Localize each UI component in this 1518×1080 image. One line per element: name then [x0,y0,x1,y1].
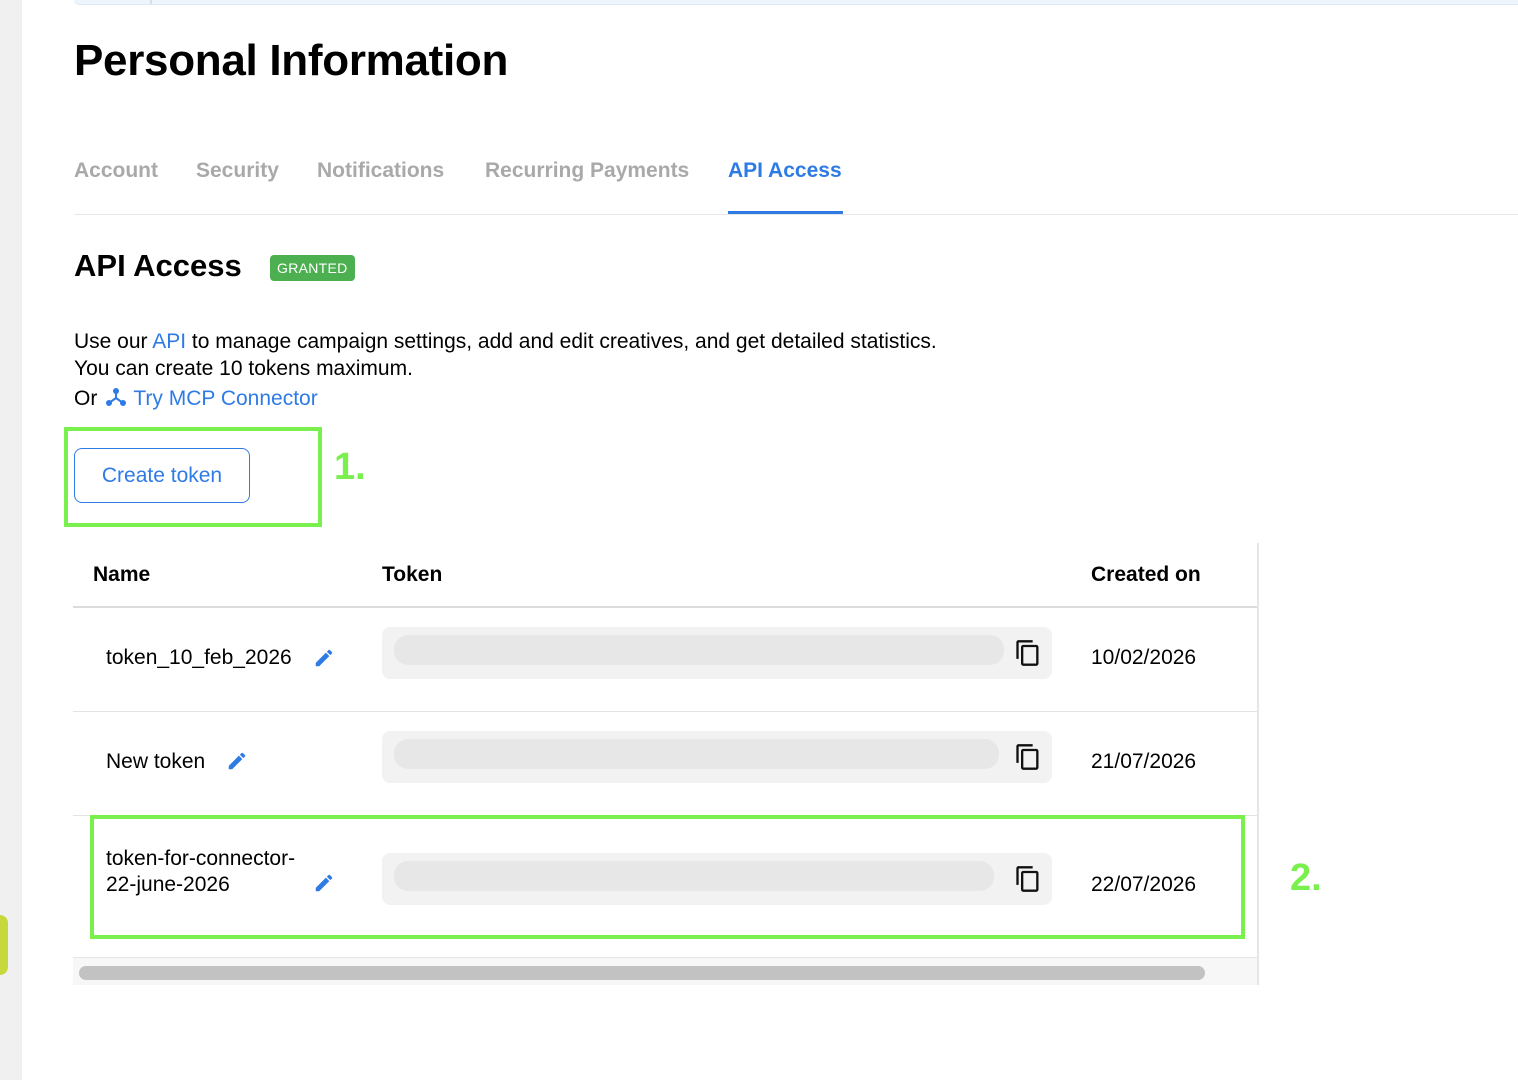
annotation-label-2: 2. [1290,857,1322,899]
top-banner-divider [150,0,152,4]
copy-icon[interactable] [1014,742,1042,777]
created-date: 10/02/2026 [1091,646,1197,669]
table-header-divider [73,606,1257,608]
api-description: Use our API to manage campaign settings,… [74,330,937,354]
column-header-token: Token [382,563,443,586]
connector-icon [105,386,127,414]
section-title: API Access [74,248,242,283]
copy-icon[interactable] [1014,638,1042,673]
column-header-created: Created on [1091,563,1201,586]
top-banner [74,0,1518,5]
token-value-masked [394,635,1004,665]
edit-pencil-icon[interactable] [226,750,248,777]
scrollbar-thumb[interactable] [79,966,1205,980]
or-text: Or [74,387,98,410]
status-badge: GRANTED [270,255,355,281]
tab-security[interactable]: Security [196,159,279,183]
annotation-label-1: 1. [334,446,366,488]
annotation-box-2 [90,815,1245,939]
column-header-name: Name [93,563,151,586]
token-name: token_10_feb_2026 [106,646,292,669]
edit-pencil-icon[interactable] [313,647,335,674]
tab-bar: Account Security Notifications Recurring… [74,150,1518,215]
mcp-connector-link[interactable]: Try MCP Connector [133,387,317,410]
token-name: New token [106,750,206,773]
api-link[interactable]: API [152,330,186,353]
desc-prefix: Use our [74,330,148,353]
tab-notifications[interactable]: Notifications [317,159,444,183]
token-field[interactable] [382,731,1052,783]
token-value-masked [394,739,999,769]
horizontal-scrollbar[interactable] [73,957,1257,985]
active-tab-indicator [728,211,843,214]
tab-recurring-payments[interactable]: Recurring Payments [485,159,689,183]
desc-suffix: to manage campaign settings, add and edi… [191,330,937,353]
created-date: 21/07/2026 [1091,750,1197,773]
annotation-box-1 [64,427,322,527]
token-limit-text: You can create 10 tokens maximum. [74,357,413,380]
row-divider [73,711,1257,712]
token-field[interactable] [382,627,1052,679]
page-title: Personal Information [74,36,509,85]
chat-widget-icon[interactable] [0,915,8,975]
mcp-line: Or Try MCP Connector [74,386,318,414]
tab-account[interactable]: Account [74,159,158,183]
tab-api-access[interactable]: API Access [728,159,842,183]
